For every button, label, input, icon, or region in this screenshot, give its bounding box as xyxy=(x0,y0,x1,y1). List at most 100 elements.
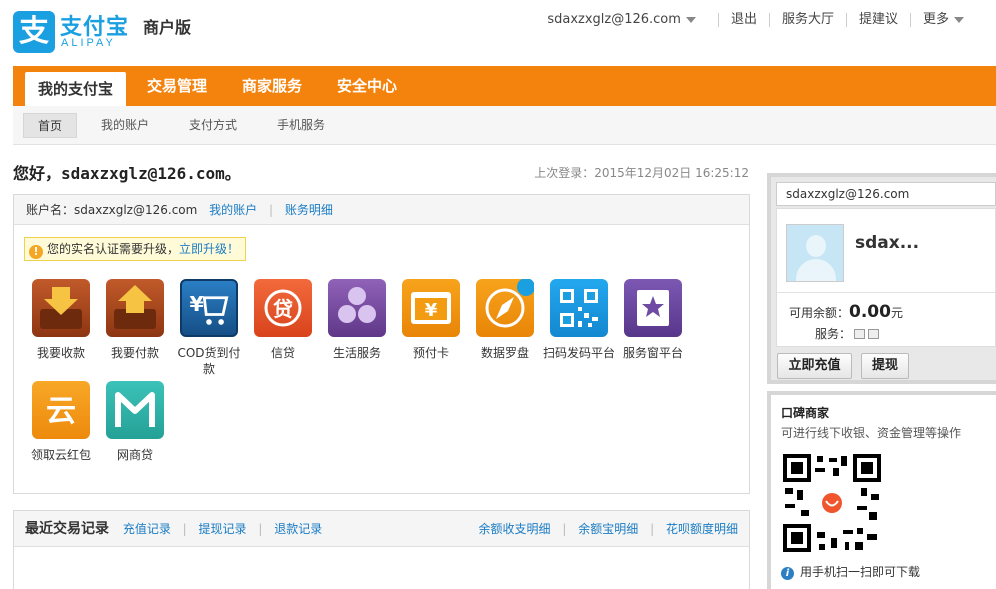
app-cloud-redpacket[interactable]: 云 领取云红包 xyxy=(24,381,98,463)
user-email: sdaxzxglz@126.com xyxy=(547,12,681,27)
divider: | xyxy=(182,522,187,536)
service-hall-link[interactable]: 服务大厅 xyxy=(768,13,846,27)
tab-security-center[interactable]: 安全中心 xyxy=(337,66,397,106)
greeting: 您好，sdaxzxglz@126.com。 xyxy=(13,164,241,183)
koubei-tip-text: 用手机扫一扫即可下载 xyxy=(800,565,921,579)
avatar-body-shape xyxy=(796,259,836,281)
tab-trade-management[interactable]: 交易管理 xyxy=(147,66,207,106)
feedback-link[interactable]: 提建议 xyxy=(845,13,910,27)
yuebao-details-link[interactable]: 余额宝明细 xyxy=(578,522,638,536)
main-nav: 我的支付宝 交易管理 商家服务 安全中心 xyxy=(13,66,996,106)
info-icon: i xyxy=(781,567,794,580)
subtab-mobile-service[interactable]: 手机服务 xyxy=(263,113,339,138)
notice-text: 您的实名认证需要升级， xyxy=(47,242,180,256)
app-data-compass[interactable]: 数据罗盘 xyxy=(468,278,542,361)
divider: | xyxy=(650,522,655,536)
app-prepaid-card[interactable]: ¥ 预付卡 xyxy=(394,279,468,361)
logout-link[interactable]: 退出 xyxy=(717,13,769,27)
app-pay-money[interactable]: 我要付款 xyxy=(98,279,172,361)
svg-text:云: 云 xyxy=(46,394,76,429)
sidebar-email: sdaxzxglz@126.com xyxy=(776,182,996,206)
edition-label: 商户版 xyxy=(143,18,192,37)
divider xyxy=(777,292,995,293)
top-nav: sdaxzxglz@126.com 退出 服务大厅 提建议 更多 xyxy=(535,13,976,27)
app-credit[interactable]: 贷 信贷 xyxy=(246,279,320,361)
more-label: 更多 xyxy=(922,12,949,27)
upgrade-now-link[interactable]: 立即升级！ xyxy=(179,242,239,256)
account-header: 账户名：sdaxzxglz@126.com 我的账户 | 账务明细 xyxy=(14,195,749,225)
balance-label: 可用余额： xyxy=(789,306,850,320)
alipay-logo-icon[interactable]: 支 xyxy=(13,11,55,53)
subtab-payment-methods[interactable]: 支付方式 xyxy=(175,113,251,138)
recharge-button[interactable]: 立即充值 xyxy=(777,353,852,379)
prepaid-card-icon: ¥ xyxy=(402,279,460,337)
life-service-icon xyxy=(328,279,386,337)
balance-unit: 元 xyxy=(890,306,903,320)
app-receive-money[interactable]: 我要收款 xyxy=(24,279,98,361)
mybank-loan-icon xyxy=(106,381,164,439)
chevron-down-icon xyxy=(685,16,696,23)
account-name: 账户名：sdaxzxglz@126.com xyxy=(26,203,198,217)
more-menu[interactable]: 更多 xyxy=(909,12,976,27)
tab-merchant-services[interactable]: 商家服务 xyxy=(242,66,302,106)
warning-icon: ! xyxy=(29,245,43,259)
divider: | xyxy=(258,522,263,536)
app-label: COD货到付款 xyxy=(177,346,241,376)
withdraw-records-link[interactable]: 提现记录 xyxy=(199,522,247,536)
subtab-my-account[interactable]: 我的账户 xyxy=(87,113,163,138)
subtab-home[interactable]: 首页 xyxy=(23,113,78,138)
card-service-icon[interactable] xyxy=(854,329,866,339)
recent-right-links: 余额收支明细 | 余额宝明细 | 花呗额度明细 xyxy=(479,511,738,547)
huabei-details-link[interactable]: 花呗额度明细 xyxy=(666,522,738,536)
app-qrcode-platform[interactable]: 扫码发码平台 xyxy=(542,279,616,361)
compass-icon xyxy=(476,278,535,337)
top-bar: 支 支付宝 ALIPAY 商户版 sdaxzxglz@126.com 退出 服务… xyxy=(0,0,996,64)
svg-text:¥: ¥ xyxy=(189,292,203,316)
recent-title: 最近交易记录 xyxy=(25,521,109,537)
verification-notice: ! 您的实名认证需要升级，立即升级！ xyxy=(24,237,247,261)
service-label: 服务： xyxy=(815,327,852,341)
app-label: 我要付款 xyxy=(110,346,159,360)
download-qrcode xyxy=(783,454,881,552)
koubei-title: 口碑商家 xyxy=(781,406,830,420)
mobile-service-icon[interactable] xyxy=(868,329,880,339)
app-label: 服务窗平台 xyxy=(622,346,683,360)
account-details-link[interactable]: 账务明细 xyxy=(285,203,333,217)
app-label: 我要收款 xyxy=(36,346,85,360)
app-life-service[interactable]: 生活服务 xyxy=(320,279,394,361)
user-menu[interactable]: sdaxzxglz@126.com xyxy=(535,13,718,27)
recharge-records-link[interactable]: 充值记录 xyxy=(123,522,171,536)
brand-name-en: ALIPAY xyxy=(61,37,116,49)
app-label: 生活服务 xyxy=(332,346,381,360)
app-label: 信贷 xyxy=(270,346,295,360)
refund-records-link[interactable]: 退款记录 xyxy=(274,522,322,536)
account-summary-card: sdaxzxglz@126.com sdax... 可用余额：0.00元 服务：… xyxy=(767,173,996,384)
account-panel: 账户名：sdaxzxglz@126.com 我的账户 | 账务明细 ! 您的实名认… xyxy=(13,194,750,494)
receive-money-icon xyxy=(32,279,90,337)
app-label: 网商贷 xyxy=(116,448,153,462)
last-login: 上次登录：2015年12月02日 16:25:12 xyxy=(534,166,749,180)
avatar[interactable] xyxy=(786,224,844,282)
tab-my-alipay[interactable]: 我的支付宝 xyxy=(25,72,127,106)
avatar-head-shape xyxy=(806,235,826,257)
withdraw-button[interactable]: 提现 xyxy=(861,353,909,379)
service-row: 服务： xyxy=(815,325,880,342)
app-service-window[interactable]: 服务窗平台 xyxy=(616,279,690,361)
app-cod[interactable]: ¥ COD货到付款 xyxy=(172,279,246,377)
my-account-link[interactable]: 我的账户 xyxy=(209,203,257,217)
sub-nav: 首页 我的账户 支付方式 手机服务 xyxy=(13,106,996,145)
credit-icon: 贷 xyxy=(254,279,312,337)
recent-header: 最近交易记录 充值记录 | 提现记录 | 退款记录 余额收支明细 | 余额宝明细… xyxy=(14,511,749,547)
app-mybank-loan[interactable]: 网商贷 xyxy=(98,381,172,463)
cloud-redpacket-icon: 云 xyxy=(32,381,90,439)
nickname: sdax... xyxy=(855,233,920,253)
svg-text:贷: 贷 xyxy=(273,297,293,321)
chevron-down-icon xyxy=(954,16,964,23)
divider: | xyxy=(269,203,274,217)
balance-details-link[interactable]: 余额收支明细 xyxy=(479,522,551,536)
svg-text:¥: ¥ xyxy=(425,300,438,321)
divider: | xyxy=(562,522,567,536)
balance-row: 可用余额：0.00元 xyxy=(789,302,903,322)
cod-cart-icon: ¥ xyxy=(180,279,238,337)
app-label: 领取云红包 xyxy=(30,448,91,462)
